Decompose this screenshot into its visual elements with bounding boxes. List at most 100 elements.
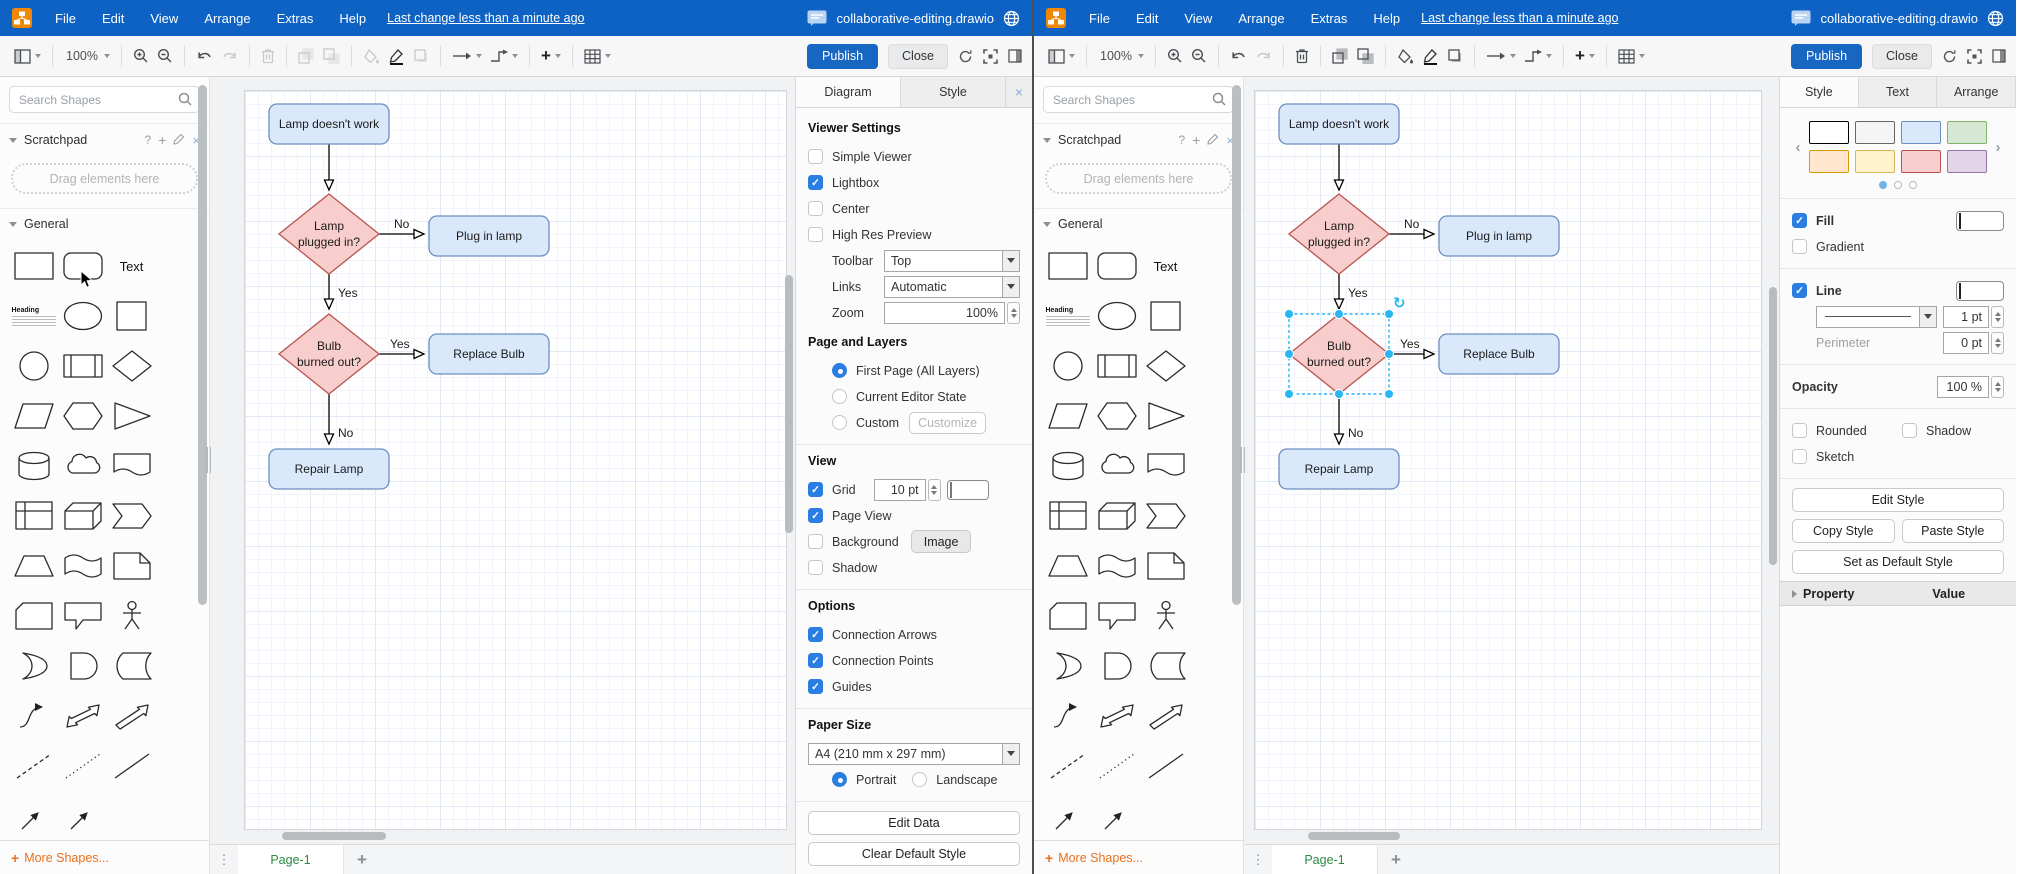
menu-extras[interactable]: Extras xyxy=(1298,11,1361,26)
selection-handle[interactable] xyxy=(1334,389,1344,399)
flow-node-q2[interactable]: Bulb burned out? xyxy=(277,313,381,395)
grid-color-button[interactable] xyxy=(946,479,989,500)
copy-style-button[interactable]: Copy Style xyxy=(1792,519,1895,543)
redo-button[interactable] xyxy=(217,49,242,63)
style-preset-6[interactable] xyxy=(1901,150,1941,173)
shape-link[interactable] xyxy=(1044,794,1091,838)
selection-handle[interactable] xyxy=(1284,349,1294,359)
flow-node-q1[interactable]: Lamp plugged in? xyxy=(1287,193,1391,275)
shape-tape[interactable] xyxy=(59,544,106,588)
shape-actor[interactable] xyxy=(108,594,155,638)
line-style-dropdown[interactable] xyxy=(1816,305,1937,328)
canvas[interactable]: No Yes Yes No Lamp doesn't work Lamp plugged i… xyxy=(210,77,795,844)
grid-size-stepper[interactable] xyxy=(927,478,941,501)
shape-parallelogram[interactable] xyxy=(10,394,57,438)
shape-dashed-line[interactable] xyxy=(10,744,57,788)
shape-textbox[interactable]: Heading xyxy=(10,294,57,338)
to-front-button[interactable] xyxy=(1328,48,1353,64)
last-change-link[interactable]: Last change less than a minute ago xyxy=(387,11,584,25)
shape-dotted-line[interactable] xyxy=(59,744,106,788)
last-change-link[interactable]: Last change less than a minute ago xyxy=(1421,11,1618,25)
lightbox-checkbox[interactable] xyxy=(808,175,823,190)
connection-arrows-checkbox[interactable] xyxy=(808,627,823,642)
zoom-stepper[interactable] xyxy=(1007,301,1020,324)
menu-extras[interactable]: Extras xyxy=(264,11,327,26)
presets-prev-icon[interactable]: ‹ xyxy=(1792,139,1804,156)
table-button[interactable] xyxy=(580,48,615,64)
page-dot[interactable] xyxy=(1894,181,1902,189)
simple-viewer-checkbox[interactable] xyxy=(808,149,823,164)
add-page-button[interactable]: + xyxy=(344,845,380,874)
shape-link[interactable] xyxy=(10,794,57,838)
current-state-radio[interactable] xyxy=(832,389,847,404)
zoom-out-button[interactable] xyxy=(153,48,177,64)
shape-textbox[interactable]: Heading xyxy=(1044,294,1091,338)
line-color-swatch[interactable] xyxy=(1956,280,2004,301)
paste-style-button[interactable]: Paste Style xyxy=(1901,519,2004,543)
shape-dashed-line[interactable] xyxy=(1044,744,1091,788)
shape-text[interactable]: Text xyxy=(108,244,155,288)
set-default-style-button[interactable]: Set as Default Style xyxy=(1792,550,2004,574)
shape-diamond[interactable] xyxy=(108,344,155,388)
scratchpad-header[interactable]: Scratchpad ? + × xyxy=(0,123,209,156)
shape-cloud[interactable] xyxy=(1093,444,1140,488)
shape-line[interactable] xyxy=(108,744,155,788)
flow-node-q2[interactable]: Bulb burned out? xyxy=(1287,313,1391,395)
shape-actor[interactable] xyxy=(1142,594,1189,638)
shadow-checkbox[interactable] xyxy=(1902,423,1917,438)
custom-radio[interactable] xyxy=(832,415,847,430)
insert-button[interactable]: + xyxy=(537,46,565,66)
scratchpad-dropzone[interactable]: Drag elements here xyxy=(1045,163,1232,194)
shape-directional-link[interactable] xyxy=(59,794,106,838)
canvas-horizontal-scrollbar[interactable] xyxy=(1308,832,1400,840)
tab-diagram[interactable]: Diagram xyxy=(796,77,901,107)
toolbar-dropdown[interactable]: Top xyxy=(884,249,1020,272)
shape-triangle[interactable] xyxy=(1142,394,1189,438)
page-tab[interactable]: Page-1 xyxy=(238,845,344,874)
perimeter-input[interactable]: 0 pt xyxy=(1943,331,1989,354)
selection-handle[interactable] xyxy=(1384,389,1394,399)
menu-help[interactable]: Help xyxy=(1360,11,1413,26)
edit-data-button[interactable]: Edit Data xyxy=(808,811,1020,835)
undo-button[interactable] xyxy=(1226,49,1251,63)
fill-checkbox[interactable] xyxy=(1792,213,1807,228)
help-icon[interactable]: ? xyxy=(145,133,152,147)
menu-help[interactable]: Help xyxy=(326,11,379,26)
zoom-dropdown[interactable]: 100% xyxy=(1094,49,1148,63)
shape-hexagon[interactable] xyxy=(59,394,106,438)
line-width-stepper[interactable] xyxy=(1991,305,2004,328)
shape-square[interactable] xyxy=(1142,294,1189,338)
add-page-button[interactable]: + xyxy=(1378,845,1414,874)
connection-style-button[interactable] xyxy=(448,51,486,61)
to-back-button[interactable] xyxy=(1353,48,1378,64)
shape-ellipse[interactable] xyxy=(1093,294,1140,338)
menu-edit[interactable]: Edit xyxy=(89,11,137,26)
highres-checkbox[interactable] xyxy=(808,227,823,242)
page-tab[interactable]: Page-1 xyxy=(1272,845,1378,874)
globe-icon[interactable] xyxy=(1003,10,1020,27)
format-panel-toggle-icon[interactable] xyxy=(1008,49,1022,63)
style-preset-5[interactable] xyxy=(1855,150,1895,173)
shape-internal-storage[interactable] xyxy=(1044,494,1091,538)
shape-rectangle[interactable] xyxy=(1044,244,1091,288)
shape-diamond[interactable] xyxy=(1142,344,1189,388)
opacity-stepper[interactable] xyxy=(1991,375,2004,398)
flow-node-plug[interactable]: Plug in lamp xyxy=(428,215,550,257)
connection-points-checkbox[interactable] xyxy=(808,653,823,668)
search-shapes-input[interactable] xyxy=(9,86,200,113)
rounded-checkbox[interactable] xyxy=(1792,423,1807,438)
shadow-button[interactable] xyxy=(409,48,433,64)
customize-button[interactable]: Customize xyxy=(909,411,987,434)
redo-button[interactable] xyxy=(1251,49,1276,63)
center-checkbox[interactable] xyxy=(808,201,823,216)
shape-data-storage[interactable] xyxy=(1142,644,1189,688)
fill-color-swatch[interactable] xyxy=(1956,210,2004,231)
shape-trapezoid[interactable] xyxy=(1044,544,1091,588)
shape-triangle[interactable] xyxy=(108,394,155,438)
shape-square[interactable] xyxy=(108,294,155,338)
shape-curve[interactable] xyxy=(10,694,57,738)
flow-node-q1[interactable]: Lamp plugged in? xyxy=(277,193,381,275)
shape-cloud[interactable] xyxy=(59,444,106,488)
publish-button[interactable]: Publish xyxy=(1791,43,1863,69)
page-dot[interactable] xyxy=(1879,181,1887,189)
